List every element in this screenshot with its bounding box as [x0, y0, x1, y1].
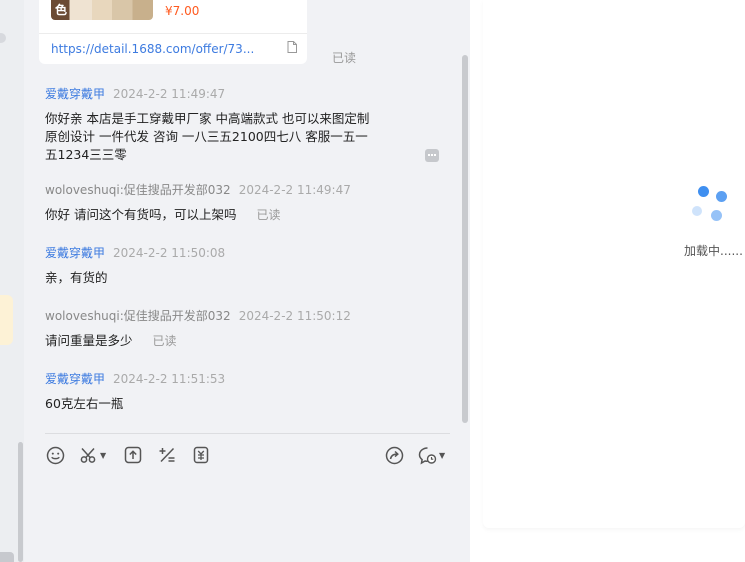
more-options-icon[interactable]	[425, 149, 439, 162]
selected-contact-highlight[interactable]	[0, 295, 13, 345]
read-status: 已读	[256, 208, 281, 222]
upload-button[interactable]	[124, 445, 142, 465]
message-item: 爱戴穿戴甲 2024-2-2 11:50:08 亲，有货的	[45, 246, 225, 287]
message-text: 你好 请问这个有货吗，可以上架吗	[45, 207, 237, 222]
message-text: 60克左右一瓶	[45, 396, 124, 411]
calculator-icon	[159, 447, 175, 463]
scissors-icon	[80, 447, 96, 463]
message-time: 2024-2-2 11:49:47	[113, 87, 226, 101]
message-sender[interactable]: woloveshuqi:促佳搜品开发部032	[45, 309, 231, 323]
document-icon[interactable]	[287, 41, 297, 53]
emoji-icon	[46, 446, 65, 464]
loading-spinner-icon	[690, 184, 730, 224]
coupon-icon	[193, 446, 209, 464]
loading-text: 加载中......	[684, 244, 743, 258]
message-text: 你好亲 本店是手工穿戴甲厂家 中高端款式 也可以来图定制 原创设计 一件代发 咨…	[45, 111, 370, 162]
message-time: 2024-2-2 11:51:53	[113, 372, 226, 386]
toolbar-divider	[45, 433, 450, 434]
product-price: ¥7.00	[165, 4, 200, 18]
message-sender[interactable]: 爱戴穿戴甲	[45, 372, 105, 386]
message-sender[interactable]: 爱戴穿戴甲	[45, 246, 105, 260]
contact-avatar-fragment[interactable]	[0, 33, 6, 43]
product-thumbnail[interactable]: 色	[51, 0, 153, 20]
upload-icon	[124, 446, 142, 464]
contact-list-footer	[0, 552, 14, 562]
message-text: 请问重量是多少	[45, 333, 133, 348]
product-card[interactable]: 色 ¥7.00 https://detail.1688.com/offer/73…	[39, 0, 307, 64]
calculator-button[interactable]	[158, 445, 176, 465]
coupon-button[interactable]	[192, 445, 210, 465]
emoji-button[interactable]	[46, 445, 65, 465]
quick-reply-button[interactable]: ▼	[418, 445, 445, 465]
contact-list-scrollbar[interactable]	[18, 442, 23, 562]
message-time: 2024-2-2 11:50:12	[238, 309, 351, 323]
card-divider	[39, 33, 307, 34]
thumbnail-text: 色	[55, 3, 68, 17]
screenshot-button[interactable]: ▼	[80, 445, 106, 465]
message-item: woloveshuqi:促佳搜品开发部032 2024-2-2 11:50:12 …	[45, 309, 351, 350]
message-time: 2024-2-2 11:50:08	[113, 246, 226, 260]
info-panel	[483, 0, 745, 528]
read-status: 已读	[332, 51, 357, 65]
chevron-down-icon[interactable]: ▼	[100, 451, 106, 460]
message-text: 亲，有货的	[45, 270, 108, 285]
message-item: 爱戴穿戴甲 2024-2-2 11:51:53 60克左右一瓶	[45, 372, 225, 413]
message-sender[interactable]: woloveshuqi:促佳搜品开发部032	[45, 183, 231, 197]
share-icon	[385, 446, 404, 464]
message-time: 2024-2-2 11:49:47	[238, 183, 351, 197]
message-item: woloveshuqi:促佳搜品开发部032 2024-2-2 11:49:47 …	[45, 183, 351, 224]
message-sender[interactable]: 爱戴穿戴甲	[45, 87, 105, 101]
share-button[interactable]	[385, 445, 404, 465]
read-status: 已读	[152, 334, 177, 348]
chat-scrollbar[interactable]	[462, 55, 468, 423]
quick-reply-icon	[418, 446, 437, 464]
message-item: 爱戴穿戴甲 2024-2-2 11:49:47 你好亲 本店是手工穿戴甲厂家 中高…	[45, 87, 375, 164]
chevron-down-icon[interactable]: ▼	[439, 451, 445, 460]
product-link[interactable]: https://detail.1688.com/offer/73...	[51, 42, 261, 56]
